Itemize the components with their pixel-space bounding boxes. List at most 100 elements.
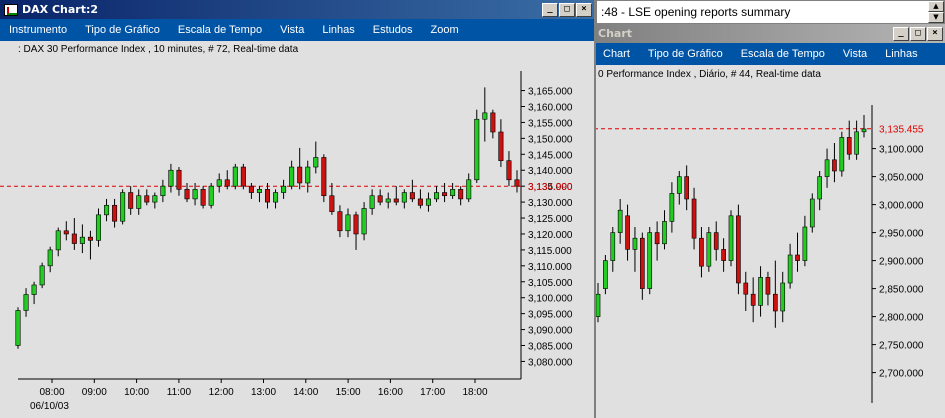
news-ticker-bar[interactable]: :48 - LSE opening reports summary ▲ ▼ — [596, 0, 945, 24]
candle-up — [647, 232, 653, 289]
y-tick-label: 3,125.000 — [528, 214, 573, 225]
x-tick-label: 11:00 — [167, 387, 192, 398]
candle-up — [120, 192, 126, 222]
last-price-label: 3,135.455 — [879, 125, 924, 136]
y-tick-label: 3,160.000 — [528, 102, 573, 113]
y-tick-label: 2,900.000 — [879, 257, 924, 268]
left-menu-vista[interactable]: Vista — [271, 24, 313, 36]
left-menu-zoom[interactable]: Zoom — [422, 24, 468, 36]
candle-up — [136, 195, 142, 209]
x-tick-label: 15:00 — [336, 387, 361, 398]
candle-up — [425, 198, 431, 206]
maximize-button[interactable]: □ — [910, 26, 926, 41]
candle-down — [654, 232, 660, 245]
candle-down — [240, 166, 246, 187]
y-tick-label: 3,165.000 — [528, 87, 573, 98]
date-label: 06/10/03 — [30, 401, 69, 412]
candle-up — [401, 192, 407, 203]
news-scrollbar[interactable]: ▲ ▼ — [928, 1, 944, 23]
candle-down — [377, 195, 383, 203]
candle-down — [353, 214, 359, 235]
candle-up — [31, 284, 37, 295]
candle-down — [337, 211, 343, 232]
candle-down — [393, 198, 399, 203]
candle-up — [15, 310, 21, 346]
candle-down — [176, 169, 182, 190]
x-tick-label: 18:00 — [462, 387, 487, 398]
y-tick-label: 2,850.000 — [879, 285, 924, 296]
candle-down — [795, 254, 800, 261]
candle-down — [773, 293, 778, 312]
y-tick-label: 2,700.000 — [879, 369, 924, 380]
candle-down — [490, 112, 496, 133]
right-menu-chart[interactable]: Chart — [594, 48, 639, 60]
candle-up — [450, 189, 456, 197]
y-tick-label: 3,080.000 — [528, 357, 573, 368]
candle-up — [728, 215, 734, 261]
minimize-button[interactable]: _ — [542, 2, 558, 17]
y-tick-label: 3,155.000 — [528, 118, 573, 129]
maximize-button[interactable]: □ — [559, 2, 575, 17]
y-tick-label: 3,145.000 — [528, 150, 573, 161]
right-chart-window: Chart _ □ × Chart Tipo de Gráfico Escala d… — [594, 24, 945, 418]
candle-up — [232, 166, 238, 187]
y-tick-label: 3,110.000 — [528, 262, 572, 273]
y-tick-label: 3,130.000 — [528, 198, 573, 209]
y-tick-label: 3,100.000 — [528, 294, 573, 305]
candle-down — [514, 179, 520, 187]
right-menu-linhas[interactable]: Linhas — [876, 48, 926, 60]
candle-up — [854, 131, 859, 155]
left-candlestick-chart[interactable]: 3,080.000 3,085.000 3,090.000 3,095.000 3,10… — [0, 41, 594, 418]
x-tick-label: 09:00 — [82, 387, 107, 398]
right-menubar: Chart Tipo de Gráfico Escala de Tempo Vista… — [594, 43, 945, 65]
candle-down — [409, 192, 415, 200]
right-window-titlebar[interactable]: Chart _ □ × — [594, 24, 945, 43]
candle-up — [216, 179, 222, 187]
candle-up — [95, 214, 101, 241]
right-menu-vista[interactable]: Vista — [834, 48, 876, 60]
x-tick-label: 10:00 — [124, 387, 149, 398]
candle-up — [55, 230, 61, 251]
left-menu-tipo-de-gr-fico[interactable]: Tipo de Gráfico — [76, 24, 169, 36]
left-menu-estudos[interactable]: Estudos — [364, 24, 422, 36]
right-candlestick-chart[interactable]: 2,700.000 2,750.000 2,800.000 2,850.000 2,90… — [594, 65, 945, 418]
scroll-down-icon[interactable]: ▼ — [928, 12, 944, 23]
y-tick-label: 3,115.000 — [528, 246, 572, 257]
y-tick-label: 2,750.000 — [879, 341, 924, 352]
news-headline[interactable]: :48 - LSE opening reports summary — [601, 5, 790, 19]
scroll-up-icon[interactable]: ▲ — [928, 1, 944, 12]
right-window-title: Chart — [598, 27, 633, 40]
y-tick-label: 3,105.000 — [528, 278, 573, 289]
left-chart-area[interactable]: : DAX 30 Performance Index , 10 minutes,… — [0, 41, 594, 418]
close-button[interactable]: × — [576, 2, 592, 17]
y-tick-label: 2,950.000 — [879, 229, 924, 240]
right-menu-tipo-de-gr-fico[interactable]: Tipo de Gráfico — [639, 48, 732, 60]
left-menu-linhas[interactable]: Linhas — [313, 24, 363, 36]
right-menu-escala-de-tempo[interactable]: Escala de Tempo — [732, 48, 834, 60]
minimize-button[interactable]: _ — [893, 26, 909, 41]
y-tick-label: 3,100.000 — [879, 145, 924, 156]
left-menu-escala-de-tempo[interactable]: Escala de Tempo — [169, 24, 271, 36]
candle-up — [787, 254, 793, 284]
y-tick-label: 3,140.000 — [528, 166, 573, 177]
candle-up — [474, 118, 480, 181]
x-tick-label: 12:00 — [209, 387, 234, 398]
candle-up — [369, 195, 375, 209]
candle-up — [361, 208, 367, 235]
candle-up — [160, 185, 166, 197]
candle-down — [112, 204, 118, 222]
y-tick-label: 3,090.000 — [528, 326, 573, 337]
close-button[interactable]: × — [927, 26, 943, 41]
left-window-title: DAX Chart:2 — [22, 3, 99, 16]
candle-down — [297, 166, 303, 184]
candle-down — [458, 189, 464, 200]
y-tick-label: 3,150.000 — [528, 134, 573, 145]
x-tick-label: 14:00 — [293, 387, 318, 398]
candle-up — [104, 204, 110, 216]
candle-up — [313, 157, 319, 168]
y-tick-label: 2,800.000 — [879, 313, 924, 324]
left-menu-instrumento[interactable]: Instrumento — [0, 24, 76, 36]
candle-up — [802, 226, 808, 261]
right-chart-area[interactable]: 0 Performance Index , Diário, # 44, Real… — [594, 65, 945, 418]
left-window-titlebar[interactable]: DAX Chart:2 _ □ × — [0, 0, 594, 19]
